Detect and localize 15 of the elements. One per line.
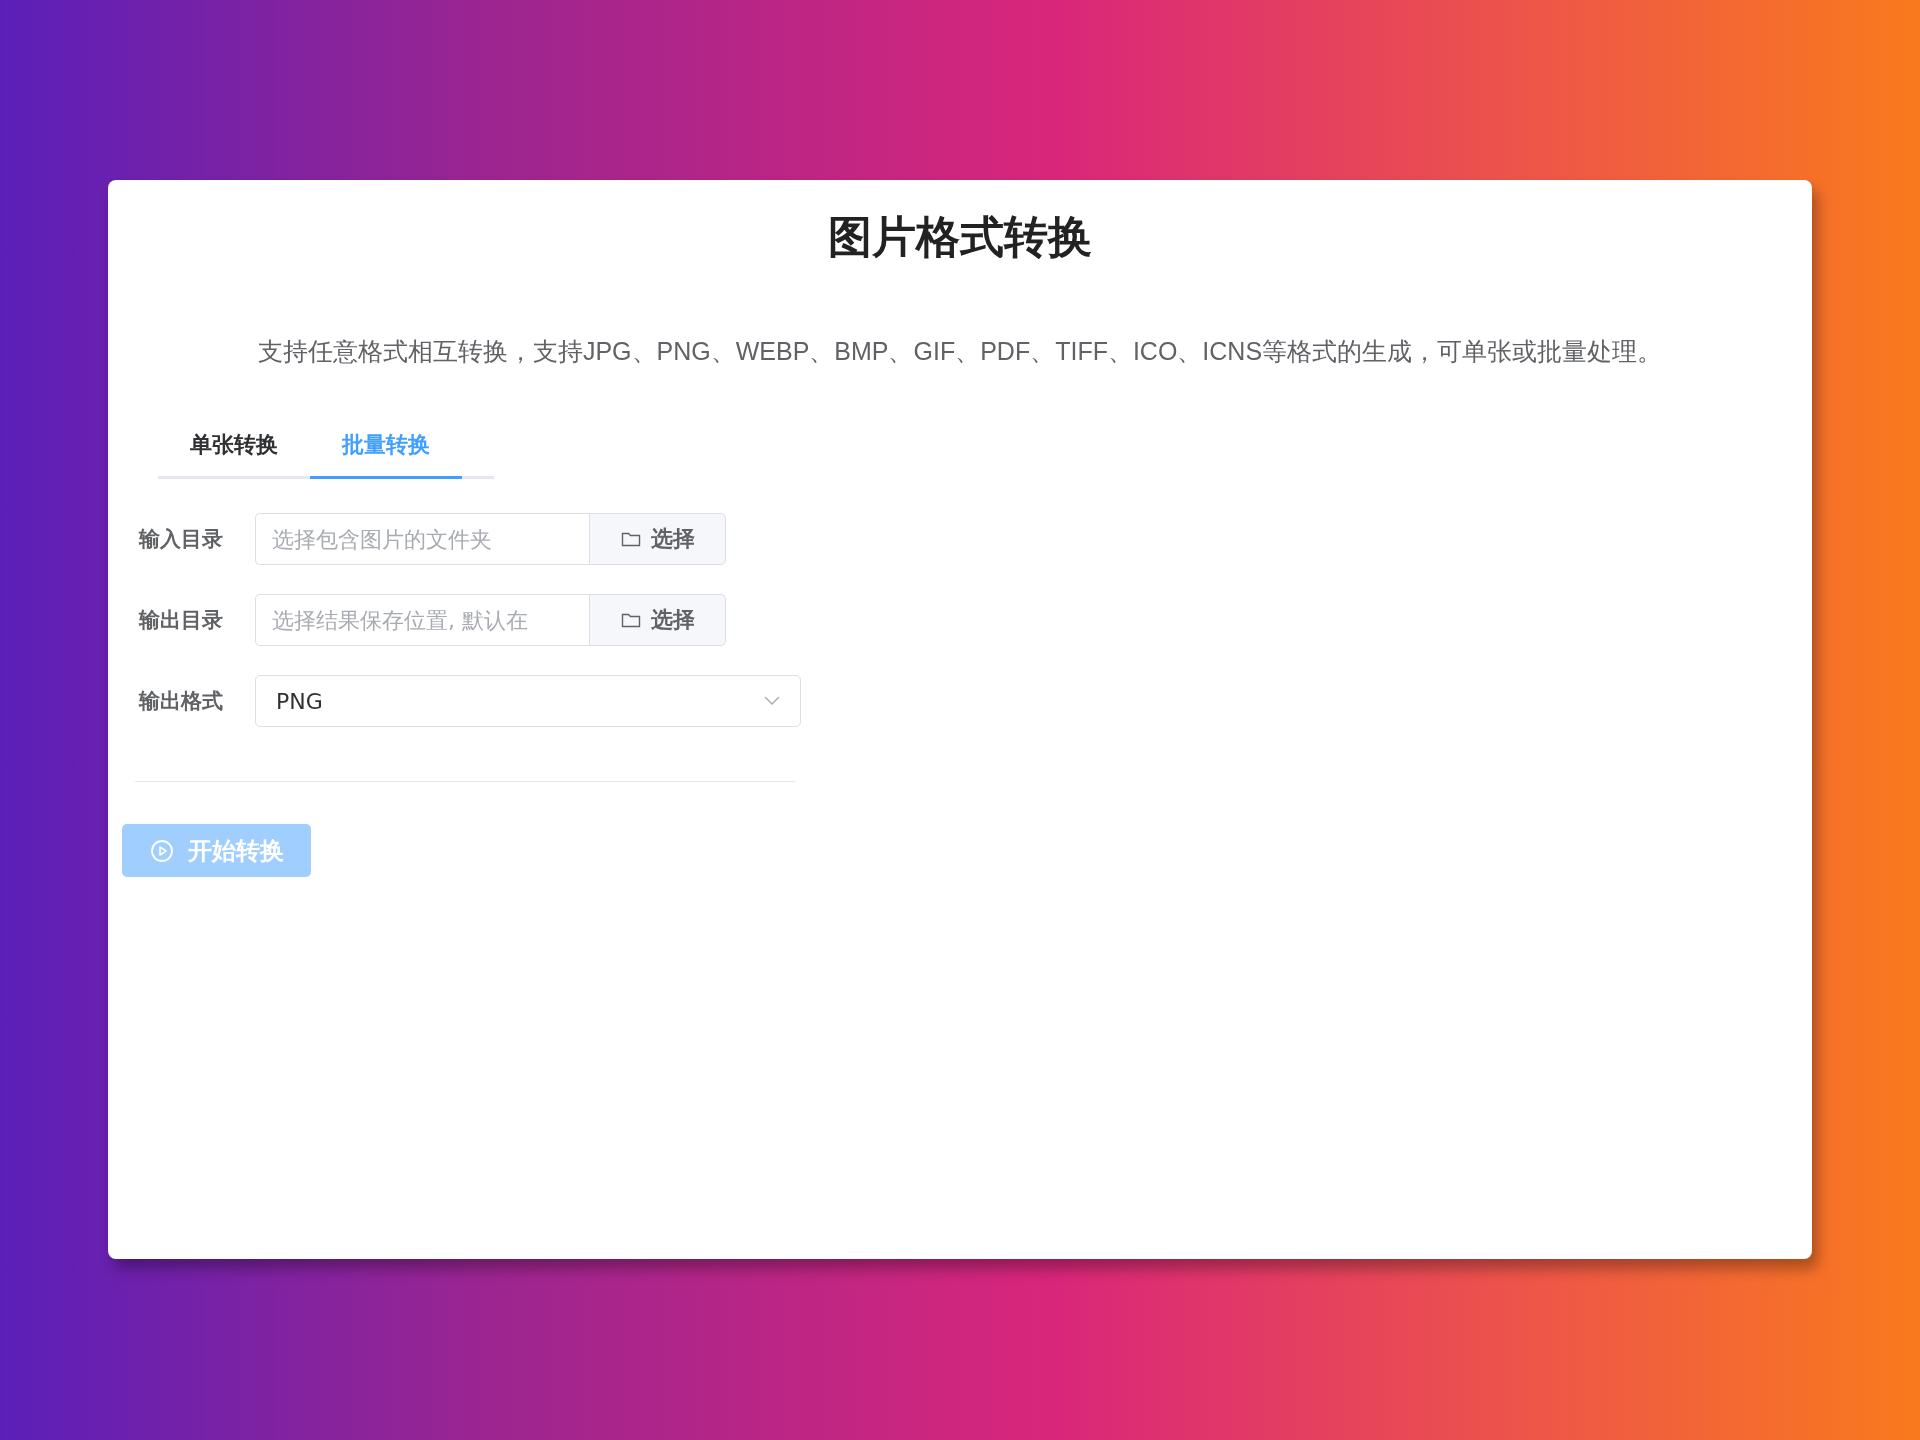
description-text: 支持任意格式相互转换，支持JPG、PNG、WEBP、BMP、GIF、PDF、TIFF、ICO、ICNS等格式的生成，可单张或批量处理。 bbox=[256, 336, 1664, 367]
input-field[interactable]: 选择结果保存位置, 默认在 bbox=[255, 594, 589, 646]
input-field[interactable]: 选择包含图片的文件夹 bbox=[255, 513, 589, 565]
page-title: 图片格式转换 bbox=[827, 210, 1093, 264]
play-icon bbox=[149, 838, 174, 863]
field-label: 输出目录 bbox=[139, 607, 224, 634]
tab[interactable]: 单张转换 bbox=[158, 430, 310, 479]
select-folder-button[interactable]: 选择 bbox=[589, 513, 726, 565]
folder-icon bbox=[620, 531, 641, 547]
select-folder-button[interactable]: 选择 bbox=[589, 594, 726, 646]
folder-icon bbox=[620, 612, 641, 628]
field-label: 输出格式 bbox=[139, 688, 224, 715]
format-dropdown[interactable]: PNG bbox=[255, 675, 801, 727]
field-label: 输入目录 bbox=[139, 526, 224, 553]
chevron-down-icon bbox=[764, 696, 780, 706]
